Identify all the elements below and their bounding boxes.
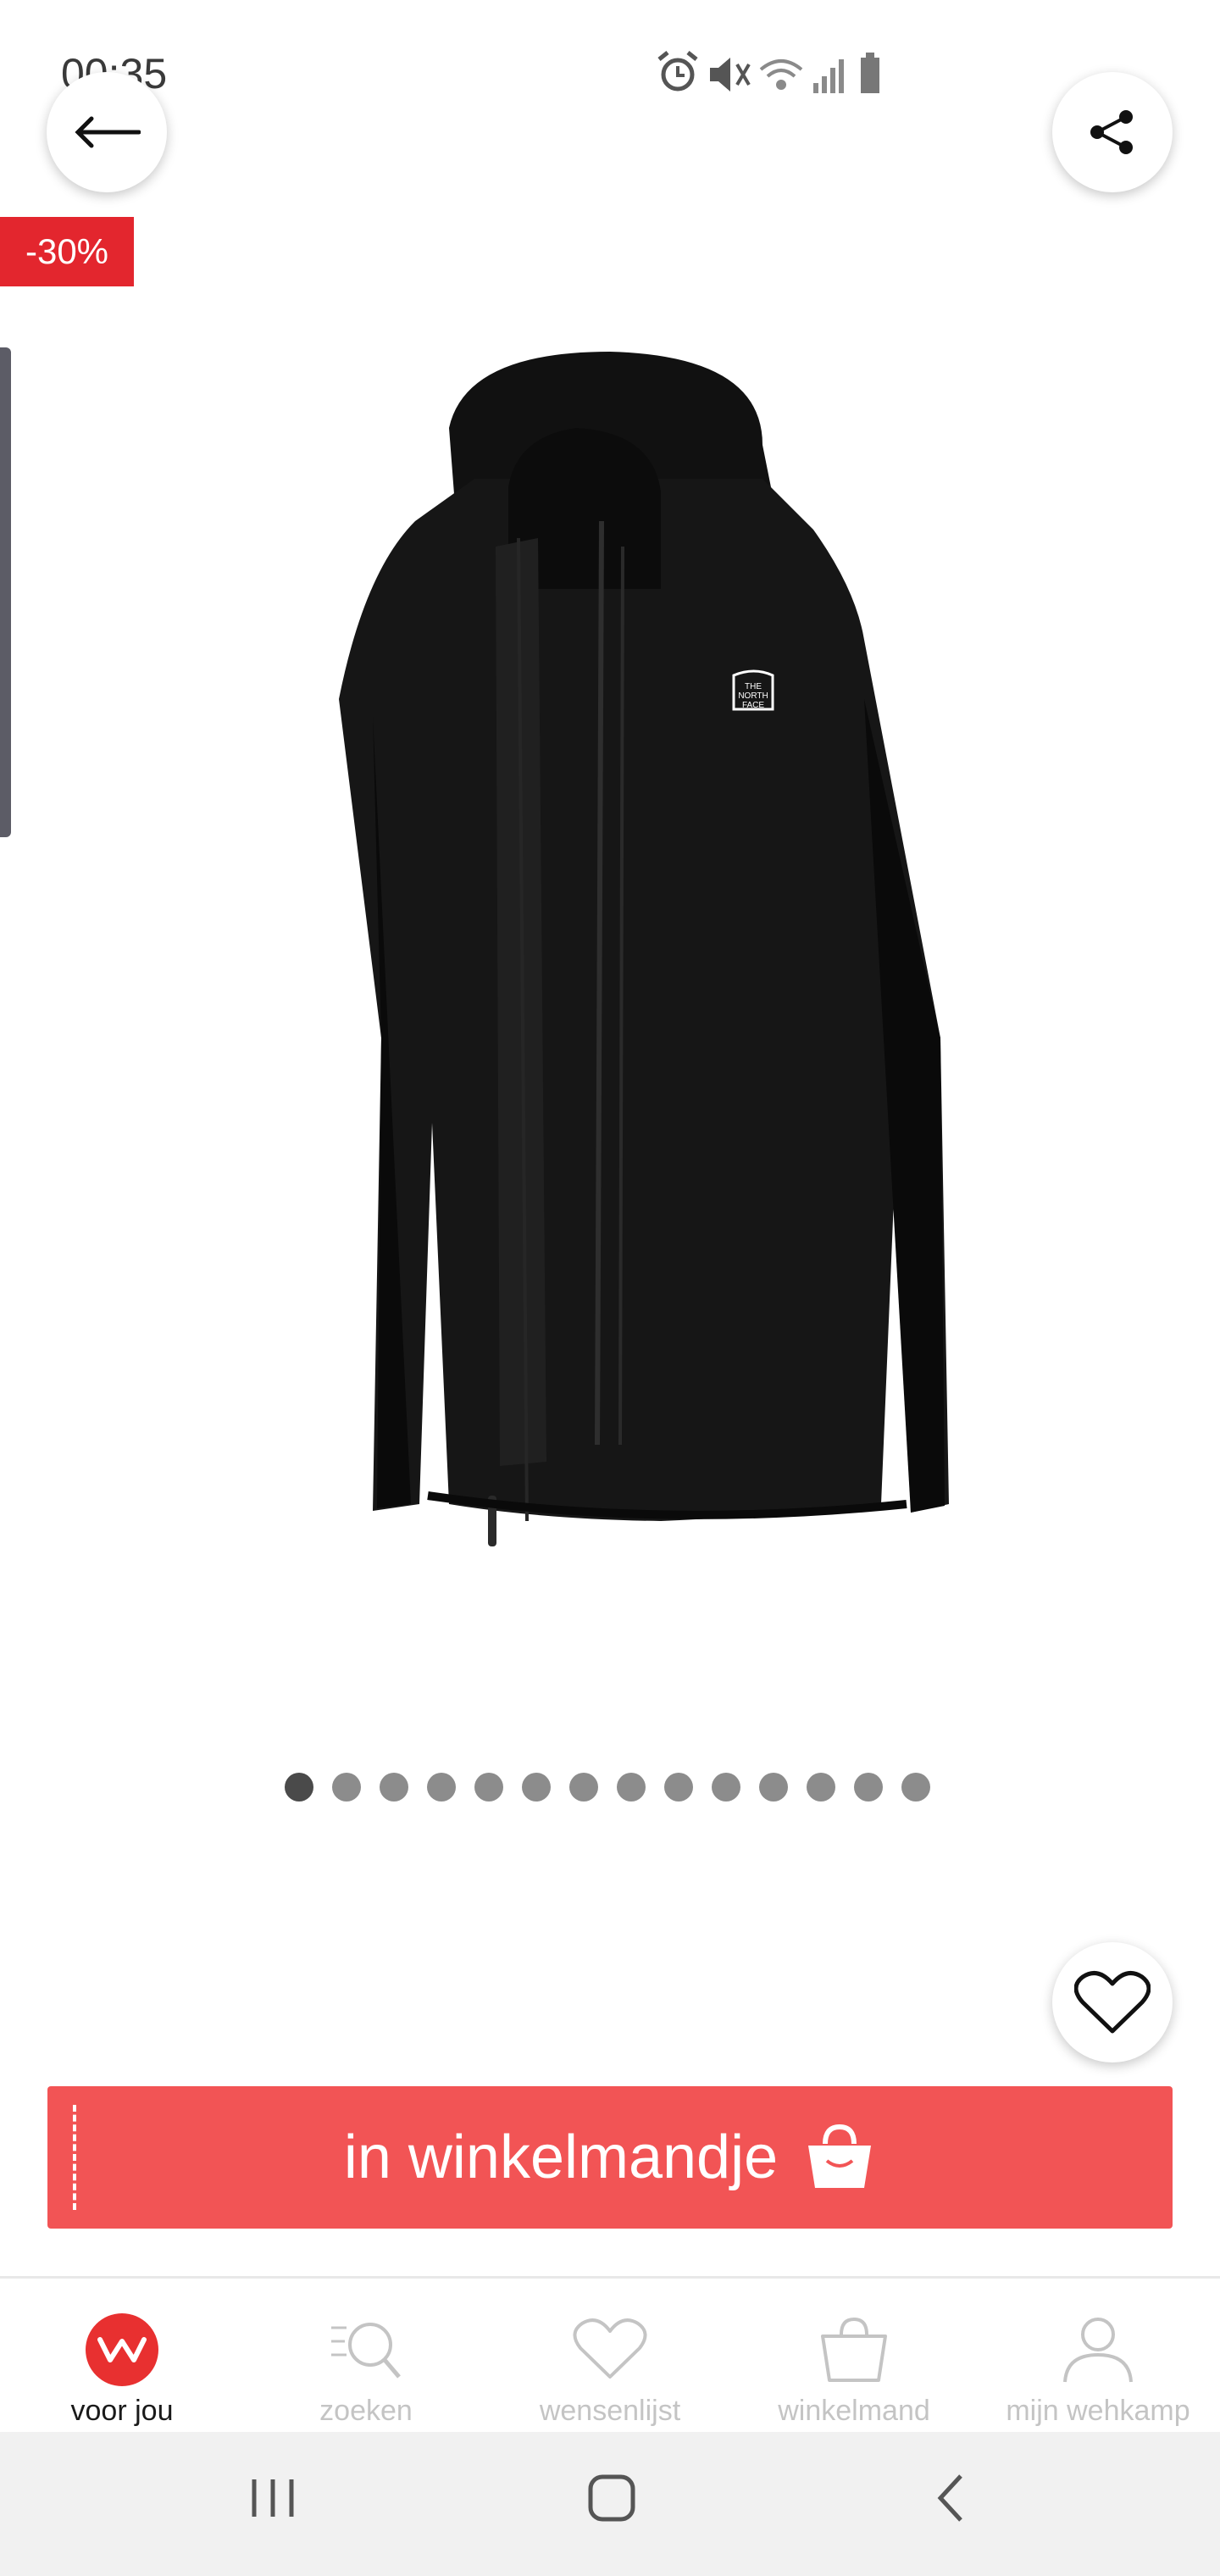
- search-icon: [331, 2323, 401, 2379]
- add-to-cart-button[interactable]: in winkelmandje: [47, 2086, 1173, 2229]
- mute-icon: [710, 58, 751, 92]
- nav-winkelmand[interactable]: winkelmand: [732, 2279, 976, 2432]
- nav-label: zoeken: [319, 2395, 413, 2427]
- system-nav-bar: [0, 2432, 1220, 2576]
- carousel-dot[interactable]: [380, 1773, 408, 1802]
- signal-icon: [813, 59, 844, 93]
- nav-label: mijn wehkamp: [1006, 2395, 1190, 2427]
- carousel-dot[interactable]: [807, 1773, 835, 1802]
- svg-text:FACE: FACE: [742, 701, 764, 710]
- carousel-dot[interactable]: [522, 1773, 551, 1802]
- svg-text:NORTH: NORTH: [738, 691, 768, 701]
- product-image[interactable]: THE NORTH FACE: [254, 335, 966, 1563]
- bottom-nav: voor jou zoeken wensenlijst winkelmand m…: [0, 2279, 1220, 2432]
- nav-zoeken[interactable]: zoeken: [244, 2279, 488, 2432]
- carousel-dots[interactable]: [285, 1773, 930, 1807]
- carousel-dot[interactable]: [901, 1773, 930, 1802]
- bag-icon: [821, 2317, 887, 2382]
- carousel-dot[interactable]: [569, 1773, 598, 1802]
- carousel-dot[interactable]: [712, 1773, 740, 1802]
- side-panel-handle[interactable]: [0, 347, 11, 837]
- nav-wensenlijst[interactable]: wensenlijst: [488, 2279, 732, 2432]
- wishlist-button[interactable]: [1052, 1942, 1173, 2062]
- share-icon: [1090, 110, 1133, 154]
- nav-voor-jou[interactable]: voor jou: [0, 2279, 244, 2432]
- svg-text:THE: THE: [745, 682, 762, 691]
- alarm-icon: [657, 51, 698, 92]
- add-to-cart-label: in winkelmandje: [343, 2124, 779, 2191]
- heart-icon: [1074, 1971, 1151, 2034]
- status-icons: [657, 51, 879, 93]
- system-back-icon[interactable]: [934, 2473, 968, 2523]
- nav-label: wensenlijst: [539, 2395, 681, 2427]
- carousel-dot[interactable]: [664, 1773, 693, 1802]
- bottom-nav-divider: [0, 2276, 1220, 2279]
- discount-badge: -30%: [0, 217, 134, 286]
- nav-mijn-wehkamp[interactable]: mijn wehkamp: [976, 2279, 1220, 2432]
- carousel-dot[interactable]: [854, 1773, 883, 1802]
- arrow-left-icon: [75, 116, 141, 148]
- recent-apps-icon[interactable]: [247, 2474, 298, 2522]
- nav-label: voor jou: [70, 2395, 174, 2427]
- back-button[interactable]: [47, 72, 167, 192]
- carousel-dot[interactable]: [617, 1773, 646, 1802]
- share-button[interactable]: [1052, 72, 1173, 192]
- battery-icon: [861, 53, 879, 93]
- carousel-dot[interactable]: [759, 1773, 788, 1802]
- carousel-dot[interactable]: [332, 1773, 361, 1802]
- carousel-dot[interactable]: [474, 1773, 503, 1802]
- nav-label: winkelmand: [778, 2395, 930, 2427]
- ticket-divider: [73, 2105, 76, 2210]
- shopping-bag-icon: [808, 2124, 872, 2188]
- home-icon[interactable]: [586, 2473, 637, 2523]
- heart-icon: [573, 2318, 647, 2379]
- user-icon: [1063, 2318, 1133, 2383]
- carousel-dot[interactable]: [427, 1773, 456, 1802]
- carousel-dot[interactable]: [285, 1773, 313, 1802]
- w-logo-icon: [86, 2313, 158, 2386]
- wifi-icon: [759, 59, 803, 90]
